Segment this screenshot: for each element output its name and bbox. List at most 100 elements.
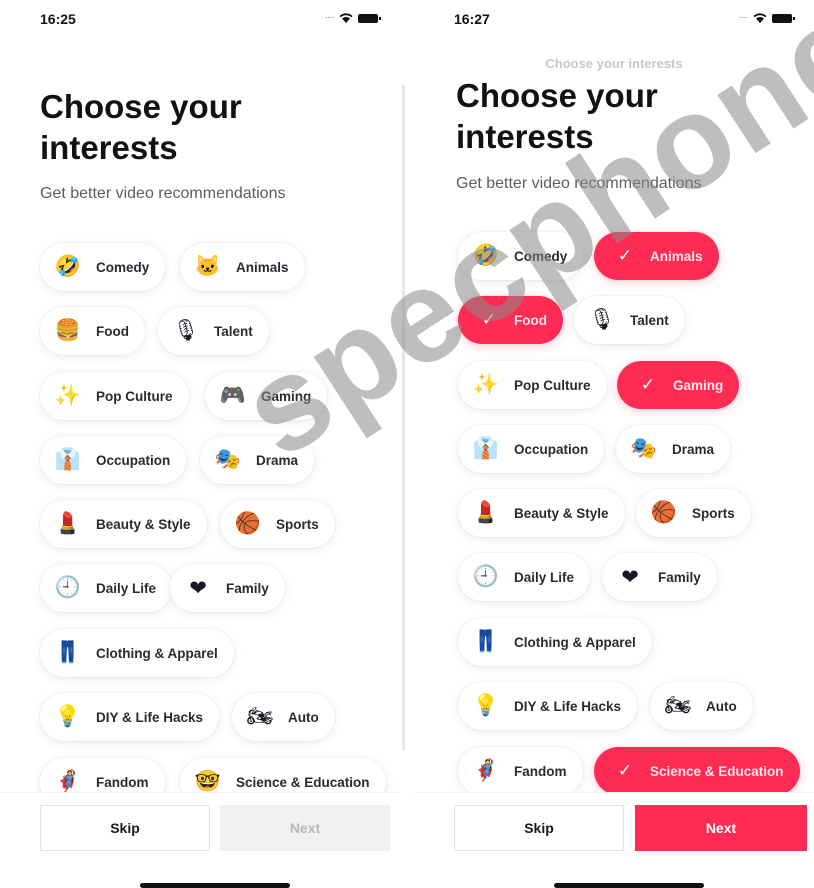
interest-chip-label: Science & Education <box>236 774 370 790</box>
interest-chip-label: Daily Life <box>514 569 575 585</box>
jeans-icon: 👖 <box>54 641 82 664</box>
interest-chip-label: Sports <box>692 505 735 521</box>
lipstick-icon: 💄 <box>54 512 82 535</box>
battery-icon <box>772 13 795 23</box>
basketball-icon: 🏀 <box>234 512 262 535</box>
battery-icon <box>358 13 381 23</box>
wifi-icon <box>753 13 767 23</box>
interest-chip[interactable]: 💡 DIY & Life Hacks <box>40 693 220 741</box>
interest-chip-label: Comedy <box>96 259 150 275</box>
interest-chip-label: DIY & Life Hacks <box>514 698 622 714</box>
bottom-action-bar: Skip Next <box>414 792 814 888</box>
interest-chip-label: Clothing & Apparel <box>514 634 636 650</box>
interest-chip[interactable]: 🍔 Food <box>40 307 145 355</box>
bottom-action-bar: Skip Next <box>0 792 400 888</box>
drama-masks-icon: 🎭 <box>214 448 242 471</box>
heart-icon: ❤ <box>189 576 207 600</box>
interest-chip[interactable]: ❤ Family <box>602 553 717 601</box>
jeans-icon: 👖 <box>472 630 500 653</box>
interest-chip-label: Fandom <box>96 774 149 790</box>
skip-button[interactable]: Skip <box>454 805 624 851</box>
status-time: 16:27 <box>454 11 490 27</box>
status-time: 16:25 <box>40 11 76 27</box>
signal-icon: ···· <box>324 12 335 23</box>
next-button[interactable]: Next <box>220 805 390 851</box>
interest-chip[interactable]: 💡 DIY & Life Hacks <box>458 682 638 730</box>
interest-chip[interactable]: 🎙 Talent <box>158 307 269 355</box>
sparkles-icon: ✨ <box>54 384 82 407</box>
interest-chip-label: Food <box>514 312 547 328</box>
interest-chip-label: Auto <box>706 698 737 714</box>
wifi-icon <box>339 13 353 23</box>
interest-chip[interactable]: 💄 Beauty & Style <box>40 500 207 548</box>
interest-chip[interactable]: 👔 Occupation <box>458 425 605 473</box>
interest-chip[interactable]: 🏍 Auto <box>650 682 753 730</box>
lipstick-icon: 💄 <box>472 501 500 524</box>
interest-chip[interactable]: 💄 Beauty & Style <box>458 489 625 537</box>
motorcycle-icon: 🏍 <box>246 705 274 728</box>
interest-chip-label: Occupation <box>514 441 589 457</box>
microphone-icon: 🎙 <box>588 308 616 331</box>
interest-chip-label: Science & Education <box>650 763 784 779</box>
interest-chip[interactable]: 🕘 Daily Life <box>40 564 173 612</box>
interest-chip[interactable]: 🎙 Talent <box>574 296 685 344</box>
cat-face-icon: 🐱 <box>194 255 222 278</box>
necktie-icon: 👔 <box>54 448 82 471</box>
interest-chip-label: Pop Culture <box>514 377 591 393</box>
home-indicator <box>140 883 290 888</box>
page-title: Choose your interests <box>456 77 658 155</box>
interest-chip-label: Comedy <box>514 248 568 264</box>
interest-chip[interactable]: 🦸 Fandom <box>458 747 583 795</box>
status-bar: 16:25 ···· <box>0 0 400 40</box>
interest-chip-label: Beauty & Style <box>96 516 191 532</box>
interest-chip-label: Occupation <box>96 452 171 468</box>
nav-bar-title: Choose your interests <box>545 56 683 71</box>
drama-masks-icon: 🎭 <box>630 437 658 460</box>
interest-chip[interactable]: ✓ Food <box>458 296 563 344</box>
interest-chip[interactable]: ✨ Pop Culture <box>458 361 607 409</box>
heart-icon: ❤ <box>621 565 639 589</box>
burger-icon: 🍔 <box>54 319 82 342</box>
sparkles-icon: ✨ <box>472 373 500 396</box>
signal-icon: ···· <box>738 12 749 23</box>
interest-chip-label: Talent <box>214 323 253 339</box>
check-icon: ✓ <box>617 246 633 265</box>
interest-chip-label: Drama <box>256 452 299 468</box>
skip-button[interactable]: Skip <box>40 805 210 851</box>
necktie-icon: 👔 <box>472 437 500 460</box>
interest-chip[interactable]: 🐱 Animals <box>180 243 305 291</box>
interest-chip[interactable]: 🕘 Daily Life <box>458 553 591 601</box>
home-indicator <box>554 883 704 888</box>
interest-chip[interactable]: 🏍 Auto <box>232 693 335 741</box>
interest-chip[interactable]: 👔 Occupation <box>40 436 187 484</box>
laughing-face-icon: 🤣 <box>54 255 82 278</box>
interest-chip[interactable]: ✓ Gaming <box>617 361 740 409</box>
interest-chip[interactable]: ❤ Family <box>170 564 285 612</box>
interest-chip-label: Gaming <box>673 377 724 393</box>
interest-chip[interactable]: ✓ Animals <box>594 232 719 280</box>
interest-chip-label: Talent <box>630 312 669 328</box>
interest-chip[interactable]: 🤣 Comedy <box>40 243 166 291</box>
clock-icon: 🕘 <box>54 576 82 599</box>
interest-chip[interactable]: ✨ Pop Culture <box>40 372 189 420</box>
interest-chip[interactable]: 🤣 Comedy <box>458 232 584 280</box>
next-button[interactable]: Next <box>635 805 807 851</box>
interest-chip[interactable]: 🎭 Drama <box>200 436 315 484</box>
interest-chip[interactable]: 🏀 Sports <box>636 489 751 537</box>
interest-chip[interactable]: 👖 Clothing & Apparel <box>458 618 652 666</box>
interest-chip[interactable]: 🏀 Sports <box>220 500 335 548</box>
interest-chip-label: Daily Life <box>96 580 157 596</box>
interest-chip-label: Animals <box>650 248 703 264</box>
interest-chip-label: Gaming <box>261 388 312 404</box>
interest-chip[interactable]: ✓ Science & Education <box>594 747 800 795</box>
interest-chip[interactable]: 🎮 Gaming <box>205 372 328 420</box>
interest-chip[interactable]: 🎭 Drama <box>616 425 731 473</box>
clock-icon: 🕘 <box>472 565 500 588</box>
status-bar: 16:27 ···· <box>414 0 814 40</box>
screen-divider <box>402 85 405 750</box>
light-bulb-icon: 💡 <box>54 705 82 728</box>
interest-chip[interactable]: 👖 Clothing & Apparel <box>40 629 234 677</box>
status-icons: ···· <box>738 12 795 23</box>
interest-chip-label: Sports <box>276 516 319 532</box>
interest-chip-label: Clothing & Apparel <box>96 645 218 661</box>
